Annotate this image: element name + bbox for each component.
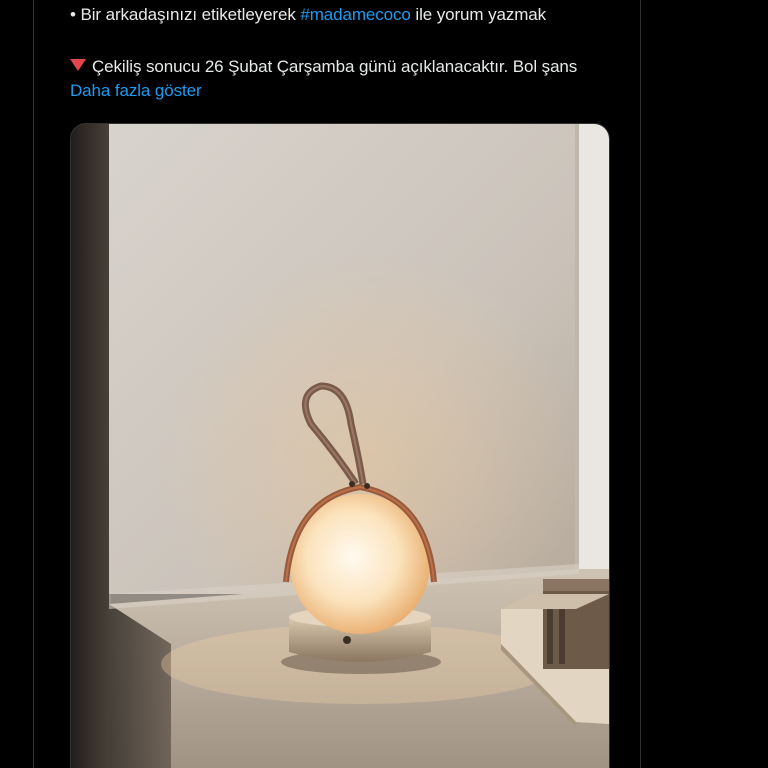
hashtag-link[interactable]: #madamecoco bbox=[300, 5, 411, 24]
bullet: • bbox=[70, 5, 76, 24]
show-more-link[interactable]: Daha fazla göster bbox=[70, 79, 202, 103]
red-triangle-down-icon bbox=[70, 59, 86, 71]
tweet-line-tag-instruction: • Bir arkadaşınızı etiketleyerek #madame… bbox=[70, 3, 630, 27]
announcement-text: Çekiliş sonucu 26 Şubat Çarşamba günü aç… bbox=[92, 57, 578, 76]
tweet-media-image[interactable] bbox=[70, 123, 610, 768]
lamp-photo bbox=[71, 124, 609, 768]
timeline-left-border bbox=[33, 0, 34, 768]
tag-instruction-prefix: Bir arkadaşınızı etiketleyerek bbox=[80, 5, 296, 24]
tweet-text: • Bir arkadaşınızı etiketleyerek #madame… bbox=[70, 3, 630, 103]
left-rail bbox=[0, 0, 33, 768]
tag-instruction-suffix: ile yorum yazmak bbox=[415, 5, 547, 24]
tweet-line-announcement: Çekiliş sonucu 26 Şubat Çarşamba günü aç… bbox=[70, 55, 630, 79]
right-sidebar bbox=[641, 0, 768, 768]
